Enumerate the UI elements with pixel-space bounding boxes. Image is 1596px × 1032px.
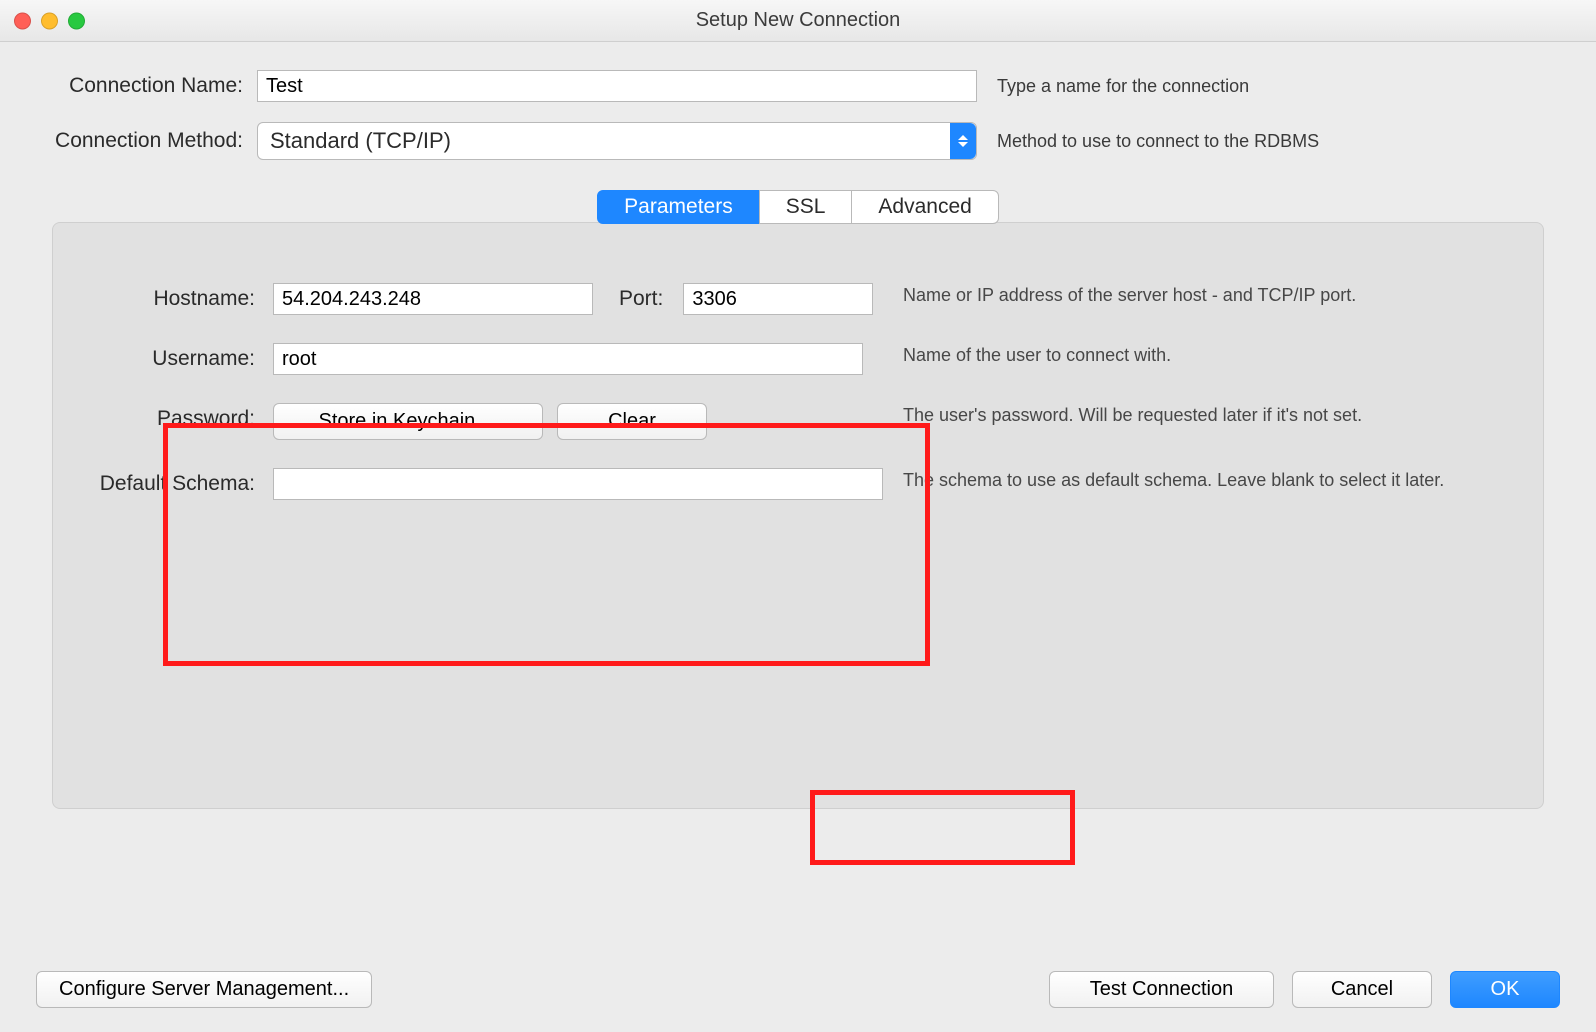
default-schema-label: Default Schema: — [73, 468, 273, 496]
username-help: Name of the user to connect with. — [883, 343, 1523, 367]
ok-button[interactable]: OK — [1450, 971, 1560, 1008]
test-connection-button[interactable]: Test Connection — [1049, 971, 1274, 1008]
cancel-button[interactable]: Cancel — [1292, 971, 1432, 1008]
tab-parameters[interactable]: Parameters — [597, 190, 760, 224]
port-input[interactable] — [683, 283, 873, 315]
connection-name-help: Type a name for the connection — [977, 76, 1564, 97]
clear-password-button[interactable]: Clear — [557, 403, 707, 440]
connection-method-value: Standard (TCP/IP) — [270, 128, 451, 154]
connection-method-label: Connection Method: — [32, 129, 257, 153]
hostname-help: Name or IP address of the server host - … — [883, 283, 1523, 307]
row-hostname: Hostname: Port: Name or IP address of th… — [73, 283, 1523, 315]
connection-method-select[interactable]: Standard (TCP/IP) — [257, 122, 977, 160]
row-default-schema: Default Schema: The schema to use as def… — [73, 468, 1523, 500]
row-connection-method: Connection Method: Standard (TCP/IP) Met… — [32, 122, 1564, 160]
tab-advanced[interactable]: Advanced — [851, 190, 998, 224]
connection-name-label: Connection Name: — [32, 74, 257, 98]
default-schema-help: The schema to use as default schema. Lea… — [883, 468, 1523, 492]
connection-header: Connection Name: Type a name for the con… — [0, 42, 1596, 188]
store-keychain-button[interactable]: Store in Keychain ... — [273, 403, 543, 440]
connection-name-input[interactable] — [257, 70, 977, 102]
chevron-updown-icon — [950, 123, 976, 159]
default-schema-input[interactable] — [273, 468, 883, 500]
annotation-highlight-params — [163, 423, 930, 666]
configure-server-management-button[interactable]: Configure Server Management... — [36, 971, 372, 1008]
tab-ssl[interactable]: SSL — [759, 190, 853, 224]
minimize-window-icon[interactable] — [41, 12, 58, 29]
port-label: Port: — [607, 287, 669, 311]
row-password: Password: Store in Keychain ... Clear Th… — [73, 403, 1523, 440]
bottom-bar: Configure Server Management... Test Conn… — [0, 971, 1596, 1008]
username-input[interactable] — [273, 343, 863, 375]
row-username: Username: Name of the user to connect wi… — [73, 343, 1523, 375]
parameters-panel: Hostname: Port: Name or IP address of th… — [52, 222, 1544, 809]
row-connection-name: Connection Name: Type a name for the con… — [32, 70, 1564, 102]
window-title: Setup New Connection — [696, 9, 901, 32]
password-help: The user's password. Will be requested l… — [883, 403, 1523, 427]
connection-method-help: Method to use to connect to the RDBMS — [977, 131, 1564, 152]
titlebar: Setup New Connection — [0, 0, 1596, 42]
window-controls — [14, 12, 85, 29]
hostname-label: Hostname: — [73, 283, 273, 311]
tabbar: Parameters SSL Advanced — [52, 190, 1544, 224]
zoom-window-icon[interactable] — [68, 12, 85, 29]
password-label: Password: — [73, 403, 273, 431]
username-label: Username: — [73, 343, 273, 371]
close-window-icon[interactable] — [14, 12, 31, 29]
hostname-input[interactable] — [273, 283, 593, 315]
